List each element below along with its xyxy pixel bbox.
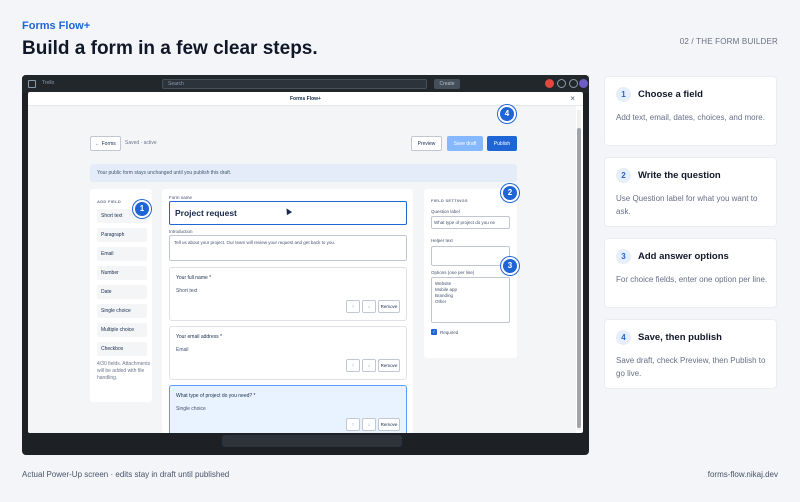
move-up-button[interactable]: ↑ [346,418,360,431]
callout-badge-2: 2 [501,184,519,202]
footer-caption: Actual Power-Up screen · edits stay in d… [22,470,230,479]
move-down-button[interactable]: ↓ [362,300,376,313]
required-label: Required [440,330,459,335]
callout-badge-1: 1 [133,200,151,218]
question-card-1[interactable]: Your full name * Short text ↑ ↓ Remove [169,267,407,321]
add-field-email[interactable]: Email [97,247,147,261]
options-label: Options (one per line) [431,270,475,275]
step-number: 4 [616,330,631,345]
step-number: 1 [616,87,631,102]
form-name-label: Form name [169,195,193,200]
create-button[interactable]: Create [434,79,460,89]
remove-button[interactable]: Remove [378,300,400,313]
callout-badge-3: 3 [501,257,519,275]
question-type: Single choice [176,406,206,412]
search-placeholder: Search [168,81,184,87]
brand: Forms Flow+ [22,20,91,32]
step-card-1: 1 Choose a field Add text, email, dates,… [604,76,777,146]
add-field-paragraph[interactable]: Paragraph [97,228,147,242]
close-icon[interactable]: × [570,94,575,103]
scrollbar-thumb[interactable] [577,128,581,428]
form-name-value: Project request [175,208,237,218]
question-card-3[interactable]: What type of project do you need? * Sing… [169,385,407,433]
trello-logo[interactable]: Trello [42,80,54,86]
question-label-value: What type of project do you ne [434,220,496,225]
question-type: Email [176,347,189,353]
save-status: Saved · active [125,140,157,146]
add-field-title: ADD FIELD [97,199,122,204]
save-draft-button[interactable]: Save draft [447,136,483,151]
preview-button[interactable]: Preview [411,136,442,151]
options-list: Website Mobile app Branding Other [435,281,457,305]
question-type: Short text [176,288,198,294]
question-title: Your email address * [176,334,222,340]
step-number: 3 [616,249,631,264]
required-checkbox[interactable]: ✓ [431,329,437,335]
introduction-input[interactable] [169,235,407,261]
publish-button[interactable]: Publish [487,136,517,151]
trello-top-bar: Trello Search Create [22,75,589,93]
question-title: Your full name * [176,275,212,281]
step-card-2: 2 Write the question Use Question label … [604,157,777,227]
back-to-forms-button[interactable]: ← Forms [90,136,121,151]
helper-text-input[interactable] [431,246,510,266]
callout-badge-4: 4 [498,105,516,123]
remove-button[interactable]: Remove [378,359,400,372]
introduction-value: Tell us about your project. Our team wil… [174,240,336,245]
step-title: Choose a field [638,89,703,100]
move-down-button[interactable]: ↓ [362,359,376,372]
step-description: Add text, email, dates, choices, and mor… [616,113,765,122]
step-title: Save, then publish [638,332,722,343]
step-card-3: 3 Add answer options For choice fields, … [604,238,777,308]
search-input[interactable] [162,79,427,89]
add-field-multiple-choice[interactable]: Multiple choice [97,323,147,337]
step-description: For choice fields, enter one option per … [616,275,768,284]
avatar[interactable] [579,79,588,88]
step-description: Use Question label for what you want to … [616,194,758,216]
introduction-label: Introduction [169,229,193,234]
question-label-label: Question label [431,209,460,214]
move-up-button[interactable]: ↑ [346,359,360,372]
option-item: Other [435,299,447,304]
question-title: What type of project do you need? * [176,393,256,399]
footer-url: forms-flow.nikaj.dev [707,470,778,479]
apps-grid-icon[interactable] [28,80,36,88]
add-field-checkbox[interactable]: Checkbox [97,342,147,356]
step-number: 2 [616,168,631,183]
settings-icon[interactable] [569,79,578,88]
move-up-button[interactable]: ↑ [346,300,360,313]
step-title: Add answer options [638,251,729,262]
draft-notice: Your public form stays unchanged until y… [90,164,517,182]
modal-title: Forms Flow+ [290,96,321,102]
page-headline: Build a form in a few clear steps. [22,38,318,59]
help-icon[interactable] [557,79,566,88]
step-title: Write the question [638,170,721,181]
add-field-date[interactable]: Date [97,285,147,299]
add-field-single-choice[interactable]: Single choice [97,304,147,318]
step-card-4: 4 Save, then publish Save draft, check P… [604,319,777,389]
field-settings-title: FIELD SETTINGS [431,198,468,203]
notification-icon[interactable] [545,79,554,88]
form-builder-modal: Forms Flow+ × ← Forms Saved · active Pre… [28,92,583,433]
app-screenshot: Trello Search Create Forms Flow+ × ← For… [22,75,589,455]
remove-button[interactable]: Remove [378,418,400,431]
section-tag: 02 / THE FORM BUILDER [679,37,778,46]
add-field-number[interactable]: Number [97,266,147,280]
question-card-2[interactable]: Your email address * Email ↑ ↓ Remove [169,326,407,380]
step-description: Save draft, check Preview, then Publish … [616,356,766,378]
board-switcher [222,435,402,447]
helper-text-label: Helper text [431,238,453,243]
field-count-note: 4/30 fields. Attachments will be added w… [97,361,151,381]
move-down-button[interactable]: ↓ [362,418,376,431]
